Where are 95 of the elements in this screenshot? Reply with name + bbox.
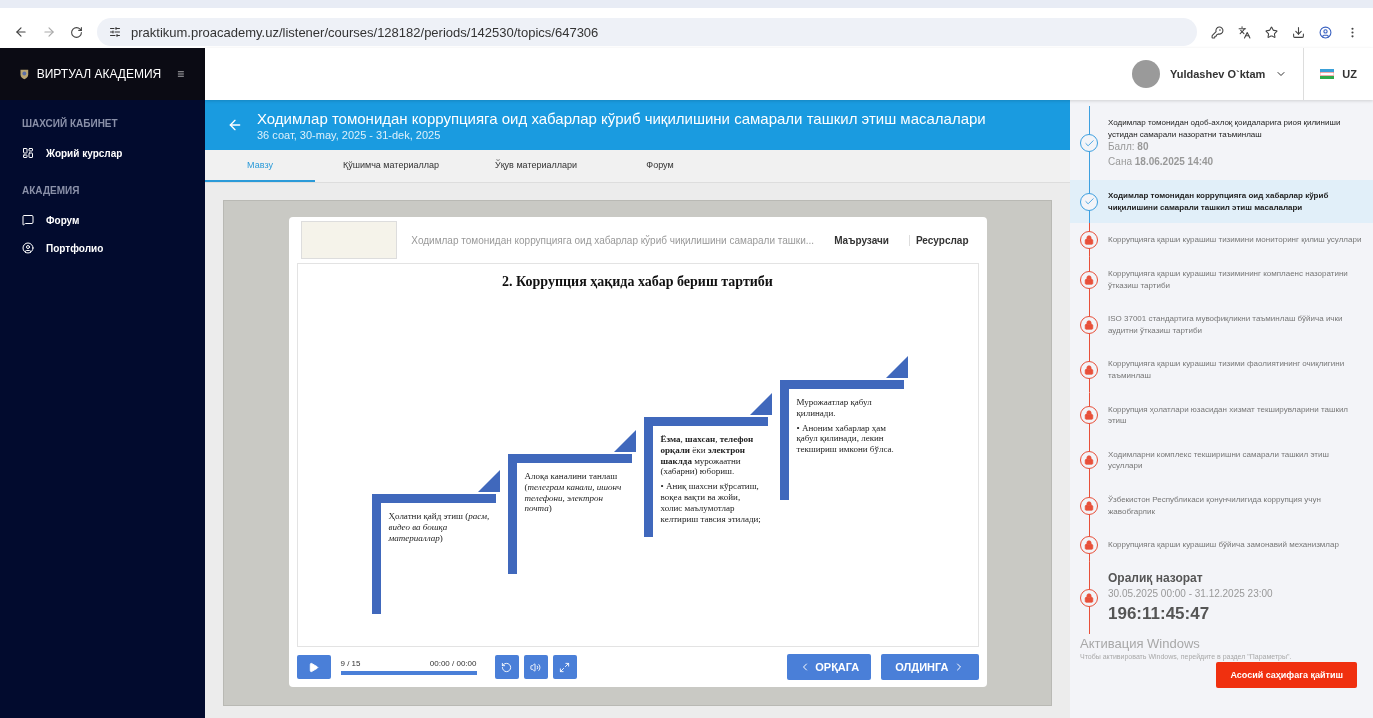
- triangle-icon: [749, 393, 772, 415]
- back-icon[interactable]: [14, 25, 28, 39]
- course-dates: 36 соат, 30-may, 2025 - 31-dek, 2025: [257, 128, 442, 141]
- triangle-icon: [613, 430, 636, 452]
- step-bullet: • Аниқ шахсни кўрсатиш, воқеа вақти ва жойи, холис маълумотлар келтириш тавсия этилади;: [660, 481, 762, 525]
- topic-title: Коррупцияга қарши курашиш бўйича замонавий механизмлар: [1108, 539, 1340, 551]
- site-settings-icon[interactable]: [109, 26, 121, 38]
- lock-icon: [1084, 455, 1094, 466]
- topic-title: ISO 37001 стандартига мувофиқликни таъминлаш бўйича ички аудитни ўтказиш тартиби: [1108, 313, 1344, 337]
- tab[interactable]: Қўшимча материаллар: [315, 150, 467, 182]
- dashboard-icon: [22, 147, 34, 159]
- topic-item[interactable]: Коррупция ҳолатлари юзасидан хизмат текширувларини ташкил этиш: [1070, 392, 1373, 438]
- lock-icon: [1084, 410, 1094, 421]
- topic-title: Коррупцияга қарши курашиш тизимини мониторинг қилиш усуллари: [1108, 234, 1363, 246]
- fullscreen-button[interactable]: [552, 655, 577, 679]
- step-text: Мурожаатлар қабул қилинади.: [796, 397, 873, 419]
- topic-item[interactable]: ISO 37001 стандартига мувофиқликни таъминлаш бўйича ички аудитни ўтказиш тартиби: [1070, 302, 1373, 348]
- key-icon[interactable]: [1211, 25, 1224, 39]
- exam-title: Оралиқ назорат: [1108, 569, 1204, 587]
- replay-button[interactable]: [494, 655, 519, 679]
- topic-item[interactable]: Коррупцияга қарши курашиш тизимининг комплаенс назоратини ўтказиш тартиби: [1070, 256, 1373, 303]
- topic-item[interactable]: Ўзбекистон Республикаси қонунчилигида коррупция учун жавобгарлик: [1070, 482, 1373, 529]
- lock-icon: [1084, 500, 1094, 511]
- brand-name: ВИРТУАЛ АКАДЕМИЯ: [36, 67, 162, 81]
- lock-icon: [1084, 592, 1094, 603]
- reload-icon[interactable]: [70, 25, 83, 39]
- score-value: 80: [1137, 141, 1149, 153]
- header-link[interactable]: Маърузачи: [828, 234, 895, 246]
- check-icon: [1083, 137, 1095, 149]
- step-text: Ҳолатни қайд этиш (расм, видео ва бошқа материаллар): [388, 511, 491, 544]
- section-title: ШАХСИЙ КАБИНЕТ: [21, 116, 119, 131]
- lock-icon: [1084, 319, 1094, 330]
- back-button[interactable]: ОРҚАГА: [787, 654, 872, 680]
- topic-title: Ўзбекистон Республикаси қонунчилигида коррупция учун жавобгарлик: [1108, 493, 1322, 518]
- flag-icon: [1320, 69, 1335, 79]
- exam-period: 30.05.2025 00:00 - 31.12.2025 23:00: [1108, 587, 1274, 602]
- slide-heading: 2. Коррупция ҳақида хабар бериш тартиби: [502, 274, 773, 290]
- topic-item[interactable]: Ходимларни комплекс текширишни самарали ташкил этиш усуллари: [1070, 437, 1373, 483]
- play-icon: [308, 661, 319, 673]
- sidebar-item[interactable]: Портфолио: [0, 234, 205, 262]
- lock-icon: [1084, 274, 1094, 285]
- triangle-icon: [885, 356, 908, 378]
- tab[interactable]: Форум: [605, 150, 715, 182]
- countdown-timer: 196:11:45:47: [1108, 602, 1211, 625]
- topic-item[interactable]: Оралиқ назорат 30.05.2025 00:00 - 31.12.2025 23:00 196:11:45:47: [1070, 561, 1373, 635]
- play-button[interactable]: [296, 655, 331, 679]
- topic-title: Ходимлар томонидан одоб-ахлоқ қоидаларига риоя қилиниши устидан самарали назоратни таъминлаш: [1108, 117, 1342, 141]
- tab[interactable]: Ўқув материаллари: [466, 150, 605, 182]
- topic-title: Коррупцияга қарши курашиш тизими фаолиятининг очиқлигини таъминлаш: [1108, 358, 1346, 382]
- avatar[interactable]: [1131, 60, 1160, 88]
- topic-item[interactable]: Ходимлар томонидан одоб-ахлоқ қоидаларига риоя қилиниши устидан самарали назоратни таъминлаш Балл: 80 Сана 18.06.2025 14:40: [1070, 106, 1373, 181]
- topic-item[interactable]: Коррупцияга қарши курашиш тизимини мониторинг қилиш усуллари: [1070, 223, 1373, 257]
- sidebar-item[interactable]: Жорий курслар: [0, 139, 205, 167]
- date-label: Сана: [1108, 155, 1132, 167]
- topic-title: Коррупция ҳолатлари юзасидан хизмат текширувларини ташкил этиш: [1108, 403, 1349, 427]
- step-bullet: • Аноним хабарлар ҳам қабул қилинади, лекин текшириш имкони бўлса.: [796, 422, 895, 455]
- portfolio-icon: [22, 242, 34, 254]
- profile-icon[interactable]: [1319, 25, 1332, 39]
- section-title: АКАДЕМИЯ: [21, 184, 81, 198]
- sidebar-item[interactable]: Форум: [0, 206, 205, 234]
- fullscreen-icon: [559, 661, 570, 673]
- triangle-icon: [477, 470, 500, 492]
- chat-icon: [22, 214, 34, 226]
- date-value: 18.06.2025 14:40: [1134, 155, 1214, 167]
- topic-title: Ходимлар томонидан коррупцияга оид хабарлар кўриб чиқилишини самарали ташкил этиш масалалари: [1108, 190, 1330, 214]
- step-text: Алоқа каналини танлаш (телеграм канали, ишонч телефони, электрон почта): [524, 471, 623, 515]
- download-icon[interactable]: [1292, 25, 1305, 39]
- lock-icon: [1084, 364, 1094, 375]
- activation-title: Активация Windows: [1080, 636, 1201, 652]
- home-button[interactable]: Асосий саҳифага қайтиш: [1216, 662, 1357, 689]
- header-link[interactable]: Ресурслар: [908, 234, 975, 246]
- replay-icon: [501, 661, 512, 673]
- topic-title: Ходимларни комплекс текширишни самарали ташкил этиш усуллари: [1108, 448, 1330, 472]
- time-readout: 00:00 / 00:00: [429, 659, 477, 668]
- bookmark-star-icon[interactable]: [1265, 25, 1278, 39]
- score-label: Балл:: [1108, 141, 1135, 153]
- topic-title: Коррупцияга қарши курашиш тизимининг комплаенс назоратини ўтказиш тартиби: [1108, 267, 1349, 292]
- slide-counter: 9 / 15: [340, 659, 361, 668]
- topic-item[interactable]: Ходимлар томонидан коррупцияга оид хабарлар кўриб чиқилишини самарали ташкил этиш масалалари: [1070, 180, 1373, 224]
- user-name[interactable]: Yuldashev O`ktam: [1169, 68, 1266, 80]
- language-code[interactable]: UZ: [1342, 68, 1357, 80]
- lesson-title: Ходимлар томонидан коррупцияга оид хабарлар кўриб чиқилишини самарали ташки...: [411, 234, 815, 246]
- next-button[interactable]: ОЛДИНГА: [881, 654, 979, 680]
- topic-item[interactable]: Коррупцияга қарши курашиш тизими фаолиятининг очиқлигини таъминлаш: [1070, 347, 1373, 393]
- course-title: Ходимлар томонидан коррупцияга оид хабарлар кўриб чиқилишини самарали ташкил этиш масалалари: [257, 109, 986, 127]
- lock-icon: [1084, 235, 1094, 246]
- lock-icon: [1084, 539, 1094, 550]
- address-bar[interactable]: praktikum.proacademy.uz/listener/courses/128182/periods/142530/topics/647306: [97, 18, 1197, 46]
- forward-icon[interactable]: [42, 25, 56, 39]
- translate-icon[interactable]: [1238, 25, 1251, 39]
- volume-icon: [530, 661, 541, 673]
- step-text: Ёзма, шахсан, телефон орқали ёки электрон шаклда мурожаатни (хабарни) юбориш.: [660, 434, 755, 478]
- volume-button[interactable]: [523, 655, 548, 679]
- topic-item[interactable]: Коррупцияга қарши курашиш бўйича замонавий механизмлар: [1070, 528, 1373, 562]
- url-text: praktikum.proacademy.uz/listener/courses/128182/periods/142530/topics/647306: [131, 24, 599, 40]
